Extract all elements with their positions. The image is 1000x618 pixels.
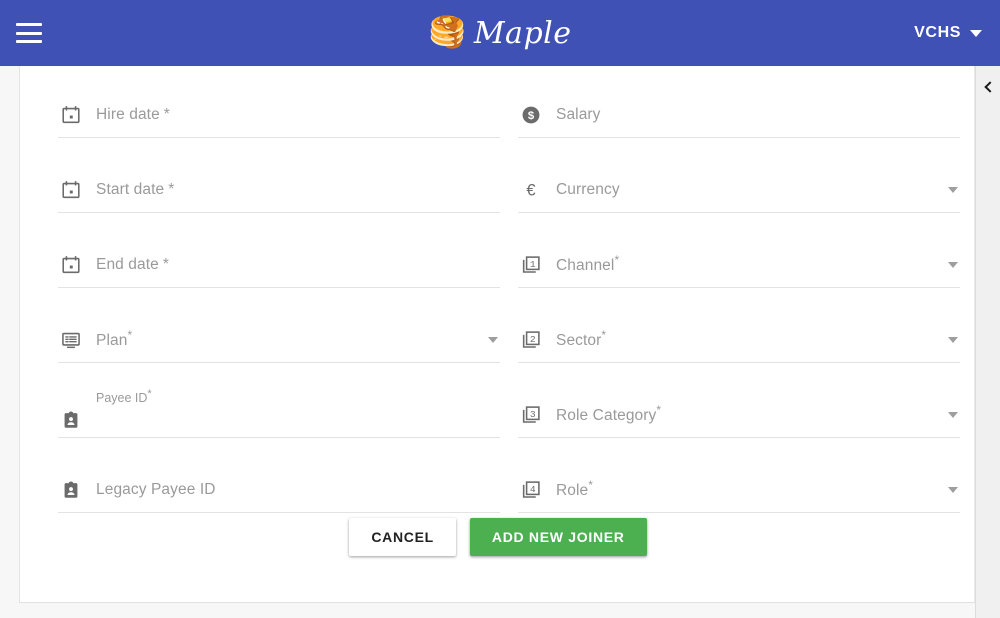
field-label-text: Legacy Payee ID bbox=[96, 480, 216, 498]
field-label-text: Sector bbox=[556, 332, 602, 350]
field-inner-plan: Plan* bbox=[58, 317, 500, 363]
required-marker: * bbox=[168, 180, 175, 198]
field-hire-date[interactable]: Hire date * bbox=[58, 92, 500, 167]
field-inner-sector: 2 Sector* bbox=[518, 317, 960, 363]
field-label-text: Hire date bbox=[96, 105, 160, 123]
account-label: VCHS bbox=[914, 24, 961, 41]
field-role-category[interactable]: 3 Role Category* bbox=[518, 392, 960, 467]
field-label-plan: Plan* bbox=[96, 328, 132, 350]
page-body: Hire date * $ Salary Start date * € Currency End… bbox=[0, 66, 1000, 618]
calendar-icon bbox=[58, 252, 84, 278]
field-channel[interactable]: 1 Channel* bbox=[518, 242, 960, 317]
svg-text:2: 2 bbox=[530, 334, 536, 345]
brand-logo: 🥞 Maple bbox=[0, 16, 1000, 51]
field-label-salary: Salary bbox=[556, 106, 601, 124]
field-label-legacy-payee-id: Legacy Payee ID bbox=[96, 481, 216, 499]
hamburger-bar bbox=[16, 40, 42, 43]
field-label-text: Start date bbox=[96, 180, 165, 198]
field-label-text: Salary bbox=[556, 105, 601, 123]
field-inner-end-date: End date * bbox=[58, 242, 500, 288]
side-rail bbox=[975, 66, 1000, 618]
required-marker: * bbox=[162, 255, 169, 273]
svg-text:3: 3 bbox=[530, 409, 536, 420]
field-label-sector: Sector* bbox=[556, 328, 606, 350]
dropdown-caret-icon[interactable] bbox=[948, 261, 958, 268]
field-payee-id[interactable]: Payee ID* bbox=[58, 388, 500, 467]
cancel-button[interactable]: CANCEL bbox=[349, 518, 456, 556]
new-joiner-form: Hire date * $ Salary Start date * € Currency End… bbox=[58, 92, 960, 542]
form-actions: CANCEL ADD NEW JOINER bbox=[20, 518, 976, 556]
badge-person-icon bbox=[58, 477, 84, 503]
field-sector[interactable]: 2 Sector* bbox=[518, 317, 960, 392]
badge-person-icon bbox=[58, 407, 84, 433]
app-header: 🥞 Maple VCHS bbox=[0, 0, 1000, 66]
filter-2-icon: 2 bbox=[518, 327, 544, 353]
required-marker: * bbox=[163, 105, 170, 123]
svg-text:$: $ bbox=[528, 110, 535, 122]
required-marker: * bbox=[614, 253, 620, 268]
dropdown-caret-icon[interactable] bbox=[948, 486, 958, 493]
account-menu[interactable]: VCHS bbox=[914, 24, 982, 42]
hamburger-menu-icon[interactable] bbox=[16, 23, 42, 43]
field-label-text: Channel bbox=[556, 257, 615, 275]
caret-down-icon bbox=[970, 29, 982, 37]
field-inner-hire-date: Hire date * bbox=[58, 92, 500, 138]
monetization-dollar-icon: $ bbox=[518, 102, 544, 128]
field-label-currency: Currency bbox=[556, 181, 620, 199]
field-inner-channel: 1 Channel* bbox=[518, 242, 960, 288]
field-inner-role: 4 Role* bbox=[518, 467, 960, 513]
required-marker: * bbox=[601, 328, 607, 343]
svg-text:1: 1 bbox=[530, 259, 536, 270]
chevron-left-icon bbox=[984, 81, 996, 93]
field-label-start-date: Start date * bbox=[96, 181, 174, 199]
rail-collapse-toggle[interactable] bbox=[976, 74, 1000, 100]
field-label-text: Plan bbox=[96, 332, 128, 350]
list-icon bbox=[58, 327, 84, 353]
field-label-text: Role Category bbox=[556, 407, 657, 425]
required-marker: * bbox=[588, 478, 594, 493]
field-currency[interactable]: € Currency bbox=[518, 167, 960, 242]
field-label-hire-date: Hire date * bbox=[96, 106, 170, 124]
field-inner-start-date: Start date * bbox=[58, 167, 500, 213]
hamburger-bar bbox=[16, 31, 42, 35]
dropdown-caret-icon[interactable] bbox=[948, 186, 958, 193]
new-joiner-form-card: Hire date * $ Salary Start date * € Currency End… bbox=[19, 66, 975, 603]
field-salary[interactable]: $ Salary bbox=[518, 92, 960, 167]
field-label-role-category: Role Category* bbox=[556, 403, 661, 425]
field-inner-payee-id bbox=[58, 392, 500, 438]
euro-icon: € bbox=[518, 177, 544, 203]
calendar-icon bbox=[58, 177, 84, 203]
field-end-date[interactable]: End date * bbox=[58, 242, 500, 317]
field-label-channel: Channel* bbox=[556, 253, 619, 275]
pancakes-icon: 🥞 bbox=[428, 16, 466, 49]
field-label-role: Role* bbox=[556, 478, 593, 500]
dropdown-caret-icon[interactable] bbox=[488, 336, 498, 343]
calendar-icon bbox=[58, 102, 84, 128]
field-inner-currency: € Currency bbox=[518, 167, 960, 213]
field-inner-salary: $ Salary bbox=[518, 92, 960, 138]
filter-1-icon: 1 bbox=[518, 252, 544, 278]
required-marker: * bbox=[127, 328, 133, 343]
required-marker: * bbox=[656, 403, 662, 418]
dropdown-caret-icon[interactable] bbox=[948, 411, 958, 418]
field-label-text: Currency bbox=[556, 180, 620, 198]
brand-name: Maple bbox=[473, 15, 572, 51]
field-start-date[interactable]: Start date * bbox=[58, 167, 500, 242]
filter-4-icon: 4 bbox=[518, 477, 544, 503]
field-label-text: End date bbox=[96, 255, 159, 273]
hamburger-bar bbox=[16, 23, 42, 26]
add-new-joiner-button[interactable]: ADD NEW JOINER bbox=[469, 518, 647, 556]
field-label-end-date: End date * bbox=[96, 256, 169, 274]
filter-3-icon: 3 bbox=[518, 402, 544, 428]
dropdown-caret-icon[interactable] bbox=[948, 336, 958, 343]
field-inner-role-category: 3 Role Category* bbox=[518, 392, 960, 438]
field-label-text: Role bbox=[556, 482, 589, 500]
field-plan[interactable]: Plan* bbox=[58, 317, 500, 392]
field-inner-legacy-payee-id: Legacy Payee ID bbox=[58, 467, 500, 513]
svg-text:€: € bbox=[526, 181, 535, 199]
svg-text:4: 4 bbox=[530, 484, 536, 495]
